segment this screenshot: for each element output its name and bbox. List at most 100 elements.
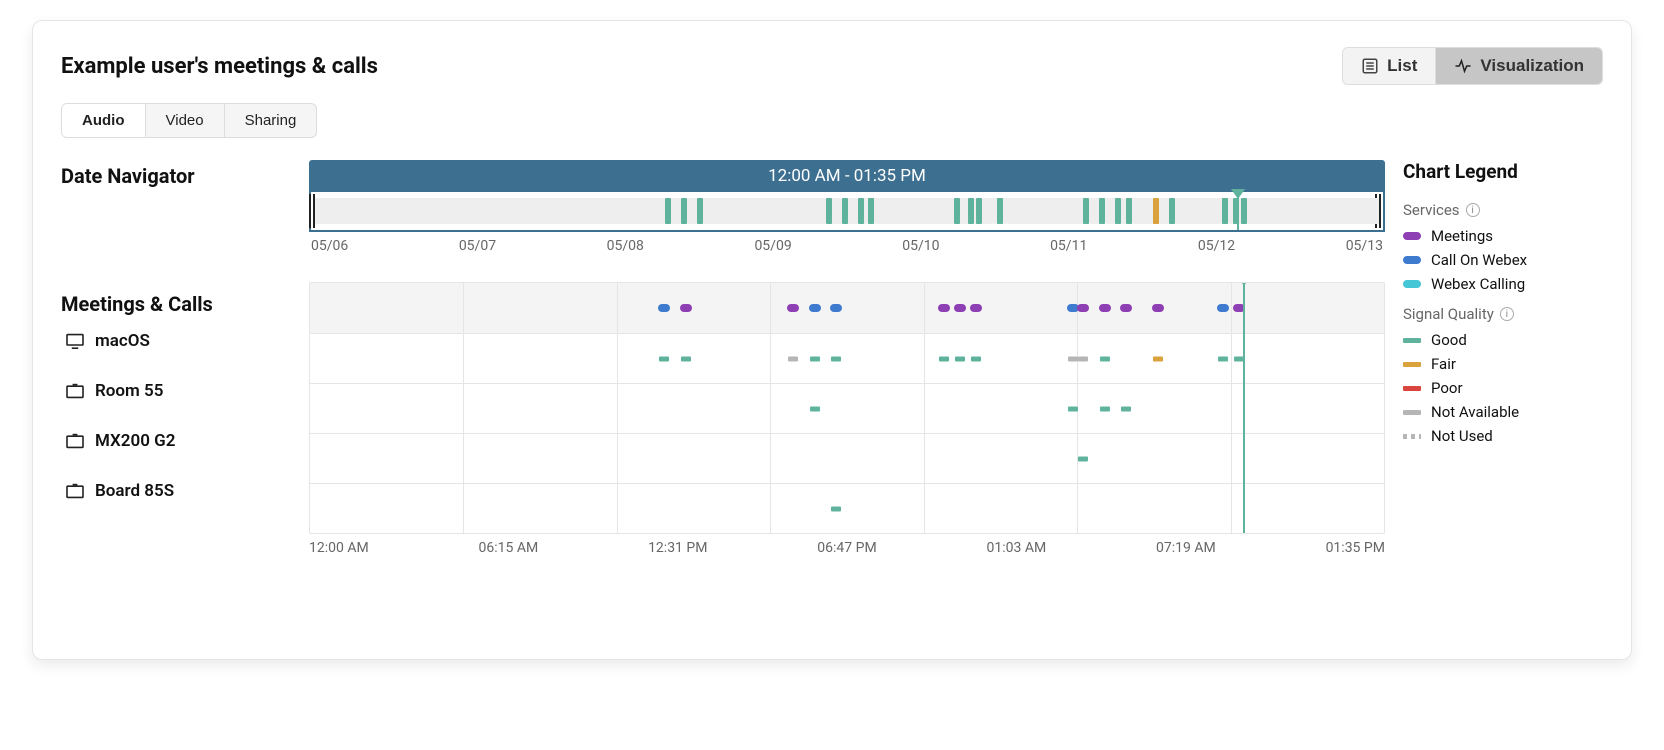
page-title: Example user's meetings & calls [61, 54, 378, 79]
caret-down-icon[interactable] [1236, 282, 1252, 286]
meetings-calls-label: Meetings & Calls [61, 278, 291, 316]
quality-marker[interactable] [659, 356, 669, 361]
legend-swatch [1403, 410, 1421, 415]
nav-event-marker[interactable] [1126, 198, 1132, 224]
quality-marker[interactable] [831, 356, 841, 361]
info-icon[interactable]: i [1466, 203, 1480, 217]
nav-event-marker[interactable] [826, 198, 832, 224]
nav-event-marker[interactable] [665, 198, 671, 224]
timeline-row-mx200 [310, 433, 1384, 483]
device-icon [65, 383, 85, 399]
service-marker[interactable] [954, 304, 966, 312]
quality-marker[interactable] [810, 406, 820, 411]
legend-item: Call On Webex [1403, 251, 1603, 269]
tab-video[interactable]: Video [145, 104, 224, 137]
service-marker[interactable] [1217, 304, 1229, 312]
tab-sharing[interactable]: Sharing [224, 104, 317, 137]
quality-marker[interactable] [1153, 356, 1163, 361]
legend-swatch [1403, 338, 1421, 343]
service-marker[interactable] [809, 304, 821, 312]
date-tick: 05/09 [754, 238, 791, 254]
media-tabs: Audio Video Sharing [61, 103, 317, 138]
legend-swatch [1403, 362, 1421, 367]
caret-down-icon[interactable] [1231, 189, 1245, 199]
date-tick: 05/10 [902, 238, 939, 254]
visualization-view-button[interactable]: Visualization [1435, 48, 1602, 84]
timeline-row-room55 [310, 383, 1384, 433]
nav-event-marker[interactable] [1099, 198, 1105, 224]
nav-event-marker[interactable] [1169, 198, 1175, 224]
legend-swatch [1403, 232, 1421, 240]
legend-swatch [1403, 256, 1421, 264]
service-marker[interactable] [830, 304, 842, 312]
nav-event-marker[interactable] [858, 198, 864, 224]
view-toggle: List Visualization [1342, 47, 1603, 85]
timeline-row-macos [310, 333, 1384, 383]
nav-event-marker[interactable] [1241, 198, 1247, 224]
timeline-chart: 12:00 AM06:15 AM12:31 PM06:47 PM01:03 AM… [309, 282, 1385, 556]
info-icon[interactable]: i [1500, 307, 1514, 321]
tab-audio[interactable]: Audio [62, 104, 145, 137]
nav-event-marker[interactable] [1153, 198, 1159, 224]
service-marker[interactable] [787, 304, 799, 312]
nav-event-marker[interactable] [697, 198, 703, 224]
time-tick: 01:35 PM [1326, 540, 1385, 556]
date-tick: 05/12 [1198, 238, 1235, 254]
nav-event-marker[interactable] [842, 198, 848, 224]
service-marker[interactable] [680, 304, 692, 312]
quality-marker[interactable] [1068, 356, 1078, 361]
quality-marker[interactable] [1100, 356, 1110, 361]
quality-marker[interactable] [1078, 356, 1088, 361]
nav-event-marker[interactable] [954, 198, 960, 224]
timeline-now-line [1243, 283, 1245, 533]
legend-services-title: Services i [1403, 201, 1603, 219]
nav-event-marker[interactable] [681, 198, 687, 224]
quality-marker[interactable] [971, 356, 981, 361]
quality-marker[interactable] [1218, 356, 1228, 361]
service-marker[interactable] [970, 304, 982, 312]
service-marker[interactable] [1120, 304, 1132, 312]
quality-marker[interactable] [1121, 406, 1131, 411]
device-row-label: Room 55 [61, 366, 291, 416]
time-tick: 01:03 AM [987, 540, 1047, 556]
nav-event-marker[interactable] [1222, 198, 1228, 224]
left-labels-column: Date Navigator Meetings & Calls macOSRoo… [61, 160, 291, 516]
legend-item: Webex Calling [1403, 275, 1603, 293]
quality-marker[interactable] [831, 506, 841, 511]
nav-event-marker[interactable] [968, 198, 974, 224]
legend-title: Chart Legend [1403, 160, 1603, 183]
legend-item: Not Used [1403, 427, 1603, 445]
device-row-label: MX200 G2 [61, 416, 291, 466]
pulse-icon [1454, 57, 1472, 75]
quality-marker[interactable] [788, 356, 798, 361]
nav-event-marker[interactable] [868, 198, 874, 224]
list-icon [1361, 57, 1379, 75]
quality-marker[interactable] [939, 356, 949, 361]
timeline-row-board85s [310, 483, 1384, 533]
list-view-button[interactable]: List [1343, 48, 1435, 84]
quality-marker[interactable] [955, 356, 965, 361]
nav-event-marker[interactable] [1083, 198, 1089, 224]
service-marker[interactable] [1152, 304, 1164, 312]
time-tick: 12:00 AM [309, 540, 369, 556]
quality-marker[interactable] [681, 356, 691, 361]
quality-marker[interactable] [1100, 406, 1110, 411]
date-navigator[interactable]: 12:00 AM - 01:35 PM 05/0605/0705/0805/09… [309, 160, 1385, 254]
service-marker[interactable] [1099, 304, 1111, 312]
service-marker[interactable] [658, 304, 670, 312]
nav-event-marker[interactable] [976, 198, 982, 224]
time-tick: 07:19 AM [1156, 540, 1216, 556]
legend-swatch [1403, 434, 1421, 439]
quality-marker[interactable] [1078, 456, 1088, 461]
nav-event-marker[interactable] [1115, 198, 1121, 224]
center-charts-column: 12:00 AM - 01:35 PM 05/0605/0705/0805/09… [309, 160, 1385, 556]
troubleshooting-card: Example user's meetings & calls List Vis… [32, 20, 1632, 660]
quality-marker[interactable] [810, 356, 820, 361]
nav-event-marker[interactable] [997, 198, 1003, 224]
service-marker[interactable] [1077, 304, 1089, 312]
quality-marker[interactable] [1068, 406, 1078, 411]
service-marker[interactable] [938, 304, 950, 312]
legend-item: Fair [1403, 355, 1603, 373]
time-tick: 06:15 AM [479, 540, 539, 556]
date-tick: 05/06 [311, 238, 348, 254]
